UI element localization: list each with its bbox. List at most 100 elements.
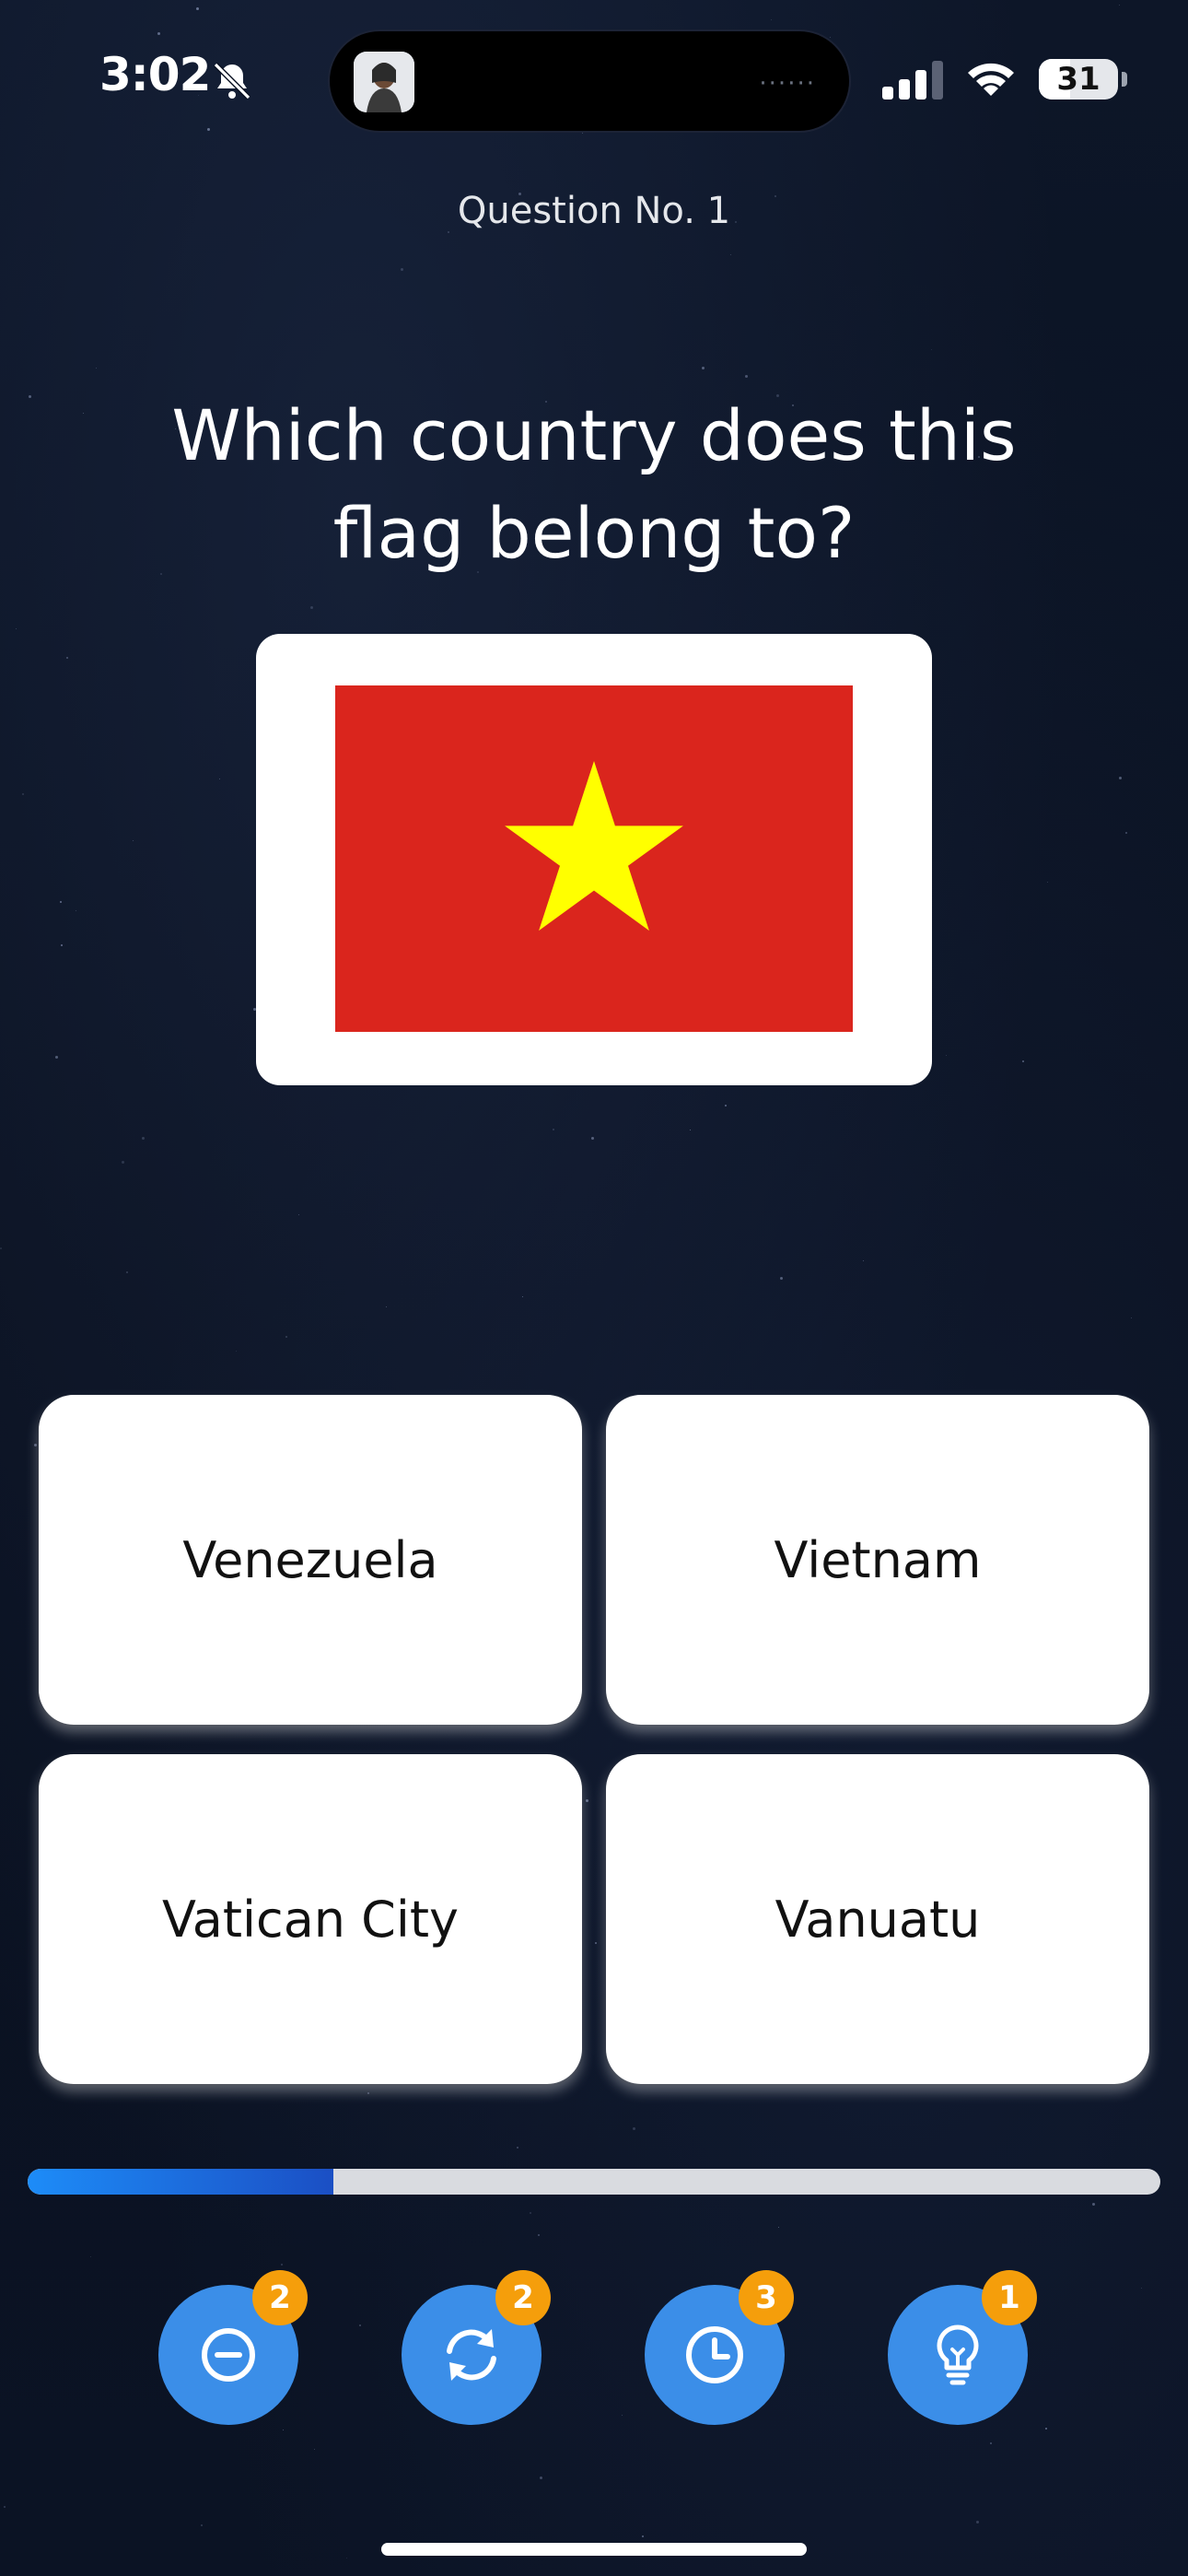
background-star [0, 1247, 2, 1249]
question-text: Which country does this flag belong to? [171, 394, 1017, 574]
background-star [386, 1306, 387, 1307]
background-star [778, 2227, 779, 2228]
background-star [582, 133, 583, 134]
background-star [517, 2147, 518, 2149]
wifi-icon [968, 63, 1014, 96]
background-star [207, 128, 210, 131]
background-star [976, 2521, 979, 2523]
background-star [931, 349, 932, 350]
background-star [157, 32, 160, 35]
now-playing-avatar [354, 52, 414, 112]
background-star [34, 1444, 37, 1446]
battery-cap [1122, 72, 1127, 87]
background-star [1092, 2203, 1095, 2206]
background-star [83, 413, 84, 414]
fifty-fifty-lifeline-button[interactable]: 2 [158, 2270, 308, 2425]
background-star [553, 1129, 554, 1130]
background-star [586, 1799, 588, 1802]
background-star [133, 840, 134, 841]
background-star [61, 944, 63, 946]
island-dots: ······ [759, 70, 816, 98]
refresh-icon [447, 2329, 496, 2381]
background-star [595, 1942, 597, 1944]
answer-option-venezuela[interactable]: Venezuela [39, 1395, 582, 1725]
background-star [946, 1055, 947, 1056]
home-indicator[interactable] [381, 2543, 807, 2556]
quiz-progress-fill [28, 2169, 334, 2195]
background-star [1141, 2288, 1142, 2289]
answer-option-vatican-city[interactable]: Vatican City [39, 1754, 582, 2084]
lightbulb-icon [937, 2324, 979, 2385]
battery-percent: 31 [1056, 61, 1101, 98]
dynamic-island: ······ [328, 29, 851, 133]
background-star [96, 368, 97, 369]
background-star [310, 606, 313, 609]
lifeline-count-badge: 3 [739, 2270, 794, 2325]
battery-indicator: 31 [1039, 59, 1118, 100]
background-star [530, 2212, 531, 2214]
background-star [285, 1336, 287, 1338]
answer-option-vanuatu[interactable]: Vanuatu [606, 1754, 1149, 2084]
background-star [622, 2415, 623, 2416]
quiz-progress-bar [28, 2169, 1160, 2195]
background-star [236, 1351, 237, 1352]
background-star [863, 1260, 864, 1261]
background-star [90, 2256, 91, 2257]
background-star [367, 2092, 369, 2094]
background-star [1047, 882, 1048, 883]
background-star [990, 2442, 992, 2444]
background-star [126, 1271, 128, 1273]
background-star [122, 1161, 124, 1164]
background-star [29, 395, 31, 398]
clock-icon [686, 2326, 743, 2383]
background-star [522, 1296, 523, 1297]
background-star [55, 1056, 58, 1059]
background-star [642, 2535, 644, 2537]
background-star [702, 367, 705, 369]
background-star [830, 37, 831, 38]
background-star [538, 2234, 540, 2236]
background-star [281, 2264, 283, 2266]
background-star [1045, 2428, 1047, 2430]
background-star [780, 1277, 783, 1280]
question-number: Question No. 1 [457, 190, 731, 232]
background-star [771, 19, 772, 20]
lifeline-count-badge: 2 [252, 2270, 308, 2325]
lifeline-count-badge: 1 [982, 2270, 1037, 2325]
background-star [196, 7, 199, 10]
cellular-signal-icon [882, 61, 943, 100]
background-star [401, 268, 403, 271]
background-star [22, 793, 24, 795]
minus-circle-icon [202, 2328, 255, 2382]
background-star [1119, 5, 1120, 6]
background-star [16, 628, 17, 629]
background-star [201, 2524, 203, 2526]
bell-muted-icon [213, 62, 251, 100]
background-star [66, 657, 68, 659]
answer-option-vietnam[interactable]: Vietnam [606, 1395, 1149, 1725]
background-star [591, 1137, 594, 1140]
background-star [1022, 1060, 1024, 1062]
background-star [725, 1105, 727, 1107]
background-star [730, 254, 731, 255]
swap-question-lifeline-button[interactable]: 2 [402, 2270, 551, 2425]
background-star [745, 375, 748, 378]
background-star [1119, 777, 1122, 779]
quiz-screen: 3:02 ······ 31 Question No. 1 Which coun… [0, 0, 1188, 2576]
background-star [540, 2476, 542, 2479]
flag-card [256, 634, 932, 1085]
background-star [314, 2449, 315, 2450]
background-star [298, 1214, 299, 1215]
status-time: 3:02 [99, 48, 211, 101]
extra-time-lifeline-button[interactable]: 3 [645, 2270, 794, 2425]
background-star [1131, 1317, 1132, 1318]
background-star [60, 901, 62, 903]
lifeline-count-badge: 2 [495, 2270, 551, 2325]
background-star [633, 2127, 635, 2130]
background-star [142, 1137, 145, 1140]
background-star [4, 2506, 6, 2508]
background-star [1125, 832, 1127, 834]
background-star [359, 2324, 361, 2326]
vietnam-flag-image [335, 685, 853, 1032]
hint-lifeline-button[interactable]: 1 [888, 2270, 1037, 2425]
